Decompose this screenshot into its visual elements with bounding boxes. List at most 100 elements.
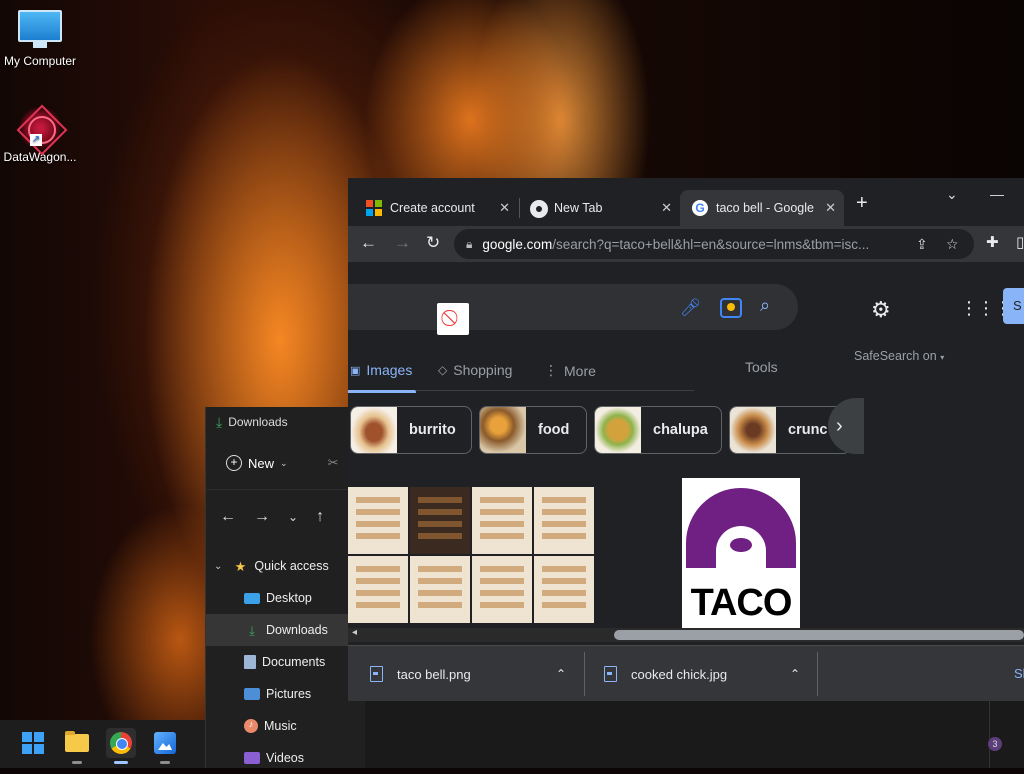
- tree-item-music[interactable]: ♪ Music: [206, 710, 366, 742]
- url-path: /search?q=taco+bell&hl=en&source=lnms&tb…: [552, 236, 870, 252]
- menu-image-tile: [348, 487, 408, 554]
- menu-image-tile: [410, 487, 470, 554]
- tab-taco-bell-google[interactable]: G taco bell - Google ✕: [680, 190, 844, 226]
- minimize-icon[interactable]: —: [990, 186, 1004, 202]
- chevron-up-icon[interactable]: ⌃: [790, 667, 800, 681]
- plus-icon: +: [226, 455, 242, 471]
- file-icon: [604, 666, 617, 682]
- desktop-folder-icon: [244, 592, 260, 604]
- side-panel-icon[interactable]: ▯: [1016, 233, 1024, 251]
- cut-icon[interactable]: ✂: [328, 455, 339, 471]
- tree-item-downloads[interactable]: ⤓ Downloads: [206, 614, 366, 646]
- tag-icon: ◇: [438, 363, 448, 377]
- tree-label: Videos: [266, 751, 304, 765]
- close-tab-icon[interactable]: ✕: [661, 200, 672, 216]
- image-result-taco-bell-logo[interactable]: TACO: [682, 478, 800, 628]
- google-lens-icon[interactable]: [720, 298, 742, 318]
- tree-item-desktop[interactable]: Desktop: [206, 582, 366, 614]
- desktop-icon-my-computer[interactable]: My Computer: [0, 10, 80, 68]
- tab-create-account[interactable]: Create account ✕: [348, 190, 518, 226]
- taskbar: [0, 720, 205, 768]
- chip-food[interactable]: food: [479, 406, 587, 454]
- chrome-icon: [110, 732, 132, 754]
- scroll-left-arrow-icon[interactable]: ◂: [352, 627, 357, 638]
- explorer-title: Downloads: [228, 415, 288, 429]
- chip-label: burrito: [409, 422, 456, 438]
- documents-icon: [244, 655, 256, 669]
- tree-item-pictures[interactable]: Pictures: [206, 678, 366, 710]
- sign-in-button[interactable]: S: [1003, 288, 1024, 324]
- chevron-up-icon[interactable]: ⌃: [556, 667, 566, 681]
- star-icon: ★: [234, 559, 247, 574]
- scrollbar-thumb[interactable]: [614, 630, 1024, 640]
- browser-toolbar: ← → ↻ 🔒︎ google.com/search?q=taco+bell&h…: [348, 226, 1024, 262]
- logo-text: TACO: [690, 582, 793, 624]
- gear-icon[interactable]: ⚙: [871, 297, 891, 323]
- download-item[interactable]: taco bell.png ⌃: [370, 646, 576, 701]
- up-arrow-icon[interactable]: ↑: [316, 508, 324, 526]
- file-explorer-icon: [65, 731, 89, 752]
- tools-button[interactable]: Tools: [745, 359, 778, 375]
- close-tab-icon[interactable]: ✕: [825, 200, 836, 216]
- tab-new-tab[interactable]: New Tab ✕: [512, 190, 680, 226]
- download-icon: ⤓: [249, 623, 255, 638]
- divider: [584, 652, 585, 696]
- taskbar-photos[interactable]: [150, 728, 180, 764]
- microphone-icon[interactable]: 🎤︎: [680, 298, 702, 318]
- chip-thumbnail: [480, 407, 526, 453]
- menu-image-tile: [348, 556, 408, 623]
- chip-burrito[interactable]: burrito: [350, 406, 472, 454]
- tab-title: taco bell - Google: [716, 201, 814, 215]
- taskbar-file-explorer[interactable]: [62, 728, 92, 764]
- explorer-titlebar[interactable]: ⤓ Downloads: [206, 407, 366, 437]
- notification-badge[interactable]: 3: [988, 737, 1002, 751]
- download-item[interactable]: cooked chick.jpg ⌃: [604, 646, 810, 701]
- desktop-icon-label: My Computer: [3, 54, 77, 68]
- running-indicator: [114, 761, 128, 764]
- tab-search-chevron-icon[interactable]: ⌄: [946, 186, 958, 203]
- show-all-button[interactable]: Sh: [1014, 666, 1024, 681]
- horizontal-scrollbar[interactable]: ◂: [348, 627, 1024, 642]
- address-bar[interactable]: 🔒︎ google.com/search?q=taco+bell&hl=en&s…: [454, 229, 974, 259]
- search-type-tabs: ▣ Images ◇ Shopping ⋮ More: [348, 354, 694, 393]
- download-filename: taco bell.png: [397, 666, 471, 682]
- chip-thumbnail: [595, 407, 641, 453]
- tab-strip: Create account ✕ New Tab ✕ G taco bell -…: [348, 178, 1024, 226]
- forward-arrow-icon[interactable]: →: [394, 233, 411, 253]
- bookmark-star-icon[interactable]: ☆: [946, 236, 959, 253]
- back-arrow-icon[interactable]: ←: [220, 508, 236, 526]
- explorer-nav: ← → ⌄ ↑: [206, 490, 366, 544]
- monitor-icon: [18, 10, 62, 50]
- reload-icon[interactable]: ↻: [426, 233, 440, 253]
- tree-label: Music: [264, 719, 297, 733]
- desktop-icon-datawagon[interactable]: ↗ DataWagon...: [0, 106, 80, 164]
- tab-images[interactable]: ▣ Images: [348, 362, 417, 393]
- file-explorer-window: ⤓ Downloads + New ⌄ ✂ ← → ⌄ ↑ ⌄ ★ Quick …: [205, 407, 366, 768]
- pictures-icon: [244, 688, 260, 700]
- forward-arrow-icon[interactable]: →: [254, 508, 270, 526]
- new-button[interactable]: + New ⌄: [226, 455, 288, 471]
- tree-item-quick-access[interactable]: ⌄ ★ Quick access: [206, 550, 366, 582]
- taskbar-chrome[interactable]: [106, 728, 136, 764]
- safesearch-toggle[interactable]: SafeSearch on ▾: [854, 349, 944, 363]
- recent-chevron-icon[interactable]: ⌄: [288, 510, 298, 524]
- menu-image-tile: [410, 556, 470, 623]
- search-icon[interactable]: ⌕: [760, 295, 770, 316]
- close-tab-icon[interactable]: ✕: [499, 200, 510, 216]
- tab-shopping[interactable]: ◇ Shopping: [438, 362, 512, 378]
- tree-item-videos[interactable]: Videos: [206, 742, 366, 774]
- extensions-puzzle-icon[interactable]: ✚: [986, 233, 999, 251]
- microsoft-icon: [366, 200, 382, 216]
- tree-item-documents[interactable]: Documents: [206, 646, 366, 678]
- back-arrow-icon[interactable]: ←: [360, 233, 377, 253]
- menu-image-tile: [472, 556, 532, 623]
- new-tab-plus-icon[interactable]: +: [856, 192, 868, 215]
- chip-chalupa[interactable]: chalupa: [594, 406, 722, 454]
- new-label: New: [248, 455, 275, 471]
- tab-more[interactable]: ⋮ More: [544, 362, 596, 379]
- share-icon[interactable]: ⇪: [916, 236, 928, 253]
- videos-icon: [244, 752, 260, 764]
- image-result-menu-board[interactable]: [348, 487, 604, 627]
- bell-clapper-shape: [730, 538, 752, 552]
- start-button[interactable]: [18, 728, 48, 758]
